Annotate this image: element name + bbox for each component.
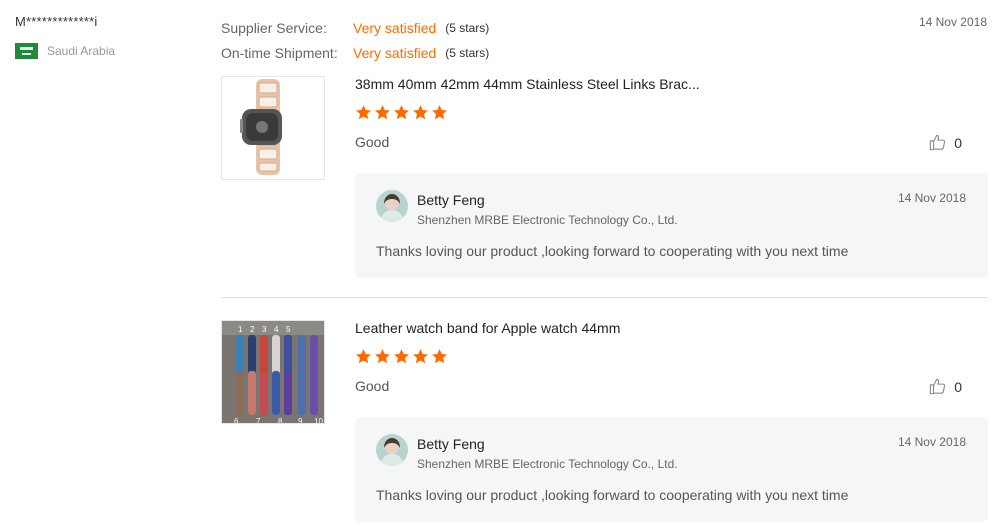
supplier-service-label: Supplier Service: [221, 19, 327, 36]
star-icon [432, 105, 447, 120]
like-count: 0 [954, 378, 962, 395]
star-icon [356, 349, 371, 364]
product-title[interactable]: 38mm 40mm 42mm 44mm Stainless Steel Link… [355, 76, 700, 92]
star-icon [356, 105, 371, 120]
shipment-value: Very satisfied [353, 44, 437, 61]
review-comment: Good [355, 134, 390, 150]
star-icon [375, 105, 390, 120]
rating-stars [355, 348, 448, 365]
shipment-label: On-time Shipment: [221, 44, 338, 61]
reviewer-country: Saudi Arabia [15, 43, 115, 59]
product-title[interactable]: Leather watch band for Apple watch 44mm [355, 320, 620, 336]
country-label: Saudi Arabia [47, 44, 116, 58]
star-icon [394, 349, 409, 364]
reply-date: 14 Nov 2018 [897, 435, 966, 449]
supplier-service-row: Supplier Service: Very satisfied (5 star… [221, 15, 489, 40]
supplier-reply: Betty Feng Shenzhen MRBE Electronic Tech… [355, 173, 988, 278]
band-number: 4 [274, 325, 279, 334]
divider [221, 297, 988, 298]
star-icon [413, 349, 428, 364]
watch-band-image [240, 79, 282, 175]
supplier-reply: Betty Feng Shenzhen MRBE Electronic Tech… [355, 417, 988, 522]
reply-author: Betty Feng [417, 192, 485, 208]
review-date: 14 Nov 2018 [918, 15, 987, 29]
reply-date: 14 Nov 2018 [897, 191, 966, 205]
supplier-service-value: Very satisfied [353, 19, 437, 36]
avatar [376, 434, 408, 466]
thumbs-up-icon [930, 134, 946, 151]
like-button[interactable]: 0 [928, 377, 962, 396]
saudi-arabia-flag-icon [15, 43, 38, 59]
product-thumbnail[interactable] [221, 76, 325, 180]
product-thumbnail[interactable]: 1 2 3 4 5 6 7 8 9 10 [221, 320, 325, 424]
star-icon [413, 105, 428, 120]
reply-text: Thanks loving our product ,looking forwa… [376, 243, 849, 259]
band-number: 2 [250, 325, 255, 334]
reply-company: Shenzhen MRBE Electronic Technology Co.,… [417, 457, 678, 471]
supplier-service-stars: (5 stars) [445, 20, 490, 35]
leather-bands-image: 1 2 3 4 5 6 7 8 9 10 [222, 321, 324, 424]
band-number: 9 [298, 417, 303, 424]
band-number: 6 [234, 417, 239, 424]
supplier-ratings: Supplier Service: Very satisfied (5 star… [221, 15, 489, 65]
avatar [376, 190, 408, 222]
rating-stars [355, 104, 448, 121]
shipment-stars: (5 stars) [445, 45, 490, 60]
thumbs-up-icon [930, 378, 946, 395]
band-number: 8 [278, 417, 283, 424]
band-number: 5 [286, 325, 291, 334]
star-icon [375, 349, 390, 364]
shipment-row: On-time Shipment: Very satisfied (5 star… [221, 40, 489, 65]
reply-text: Thanks loving our product ,looking forwa… [376, 487, 849, 503]
band-number: 1 [238, 325, 243, 334]
reply-company: Shenzhen MRBE Electronic Technology Co.,… [417, 213, 678, 227]
review-comment: Good [355, 378, 390, 394]
review-item: 38mm 40mm 42mm 44mm Stainless Steel Link… [221, 76, 988, 281]
star-icon [432, 349, 447, 364]
reply-author: Betty Feng [417, 436, 485, 452]
review-item: 1 2 3 4 5 6 7 8 9 10 Leather watch band … [221, 320, 988, 525]
like-count: 0 [954, 134, 962, 151]
like-button[interactable]: 0 [928, 133, 962, 152]
band-number: 10 [314, 417, 323, 424]
reviewer-name: M*************i [15, 14, 98, 29]
band-number: 3 [262, 325, 267, 334]
star-icon [394, 105, 409, 120]
band-number: 7 [256, 417, 261, 424]
